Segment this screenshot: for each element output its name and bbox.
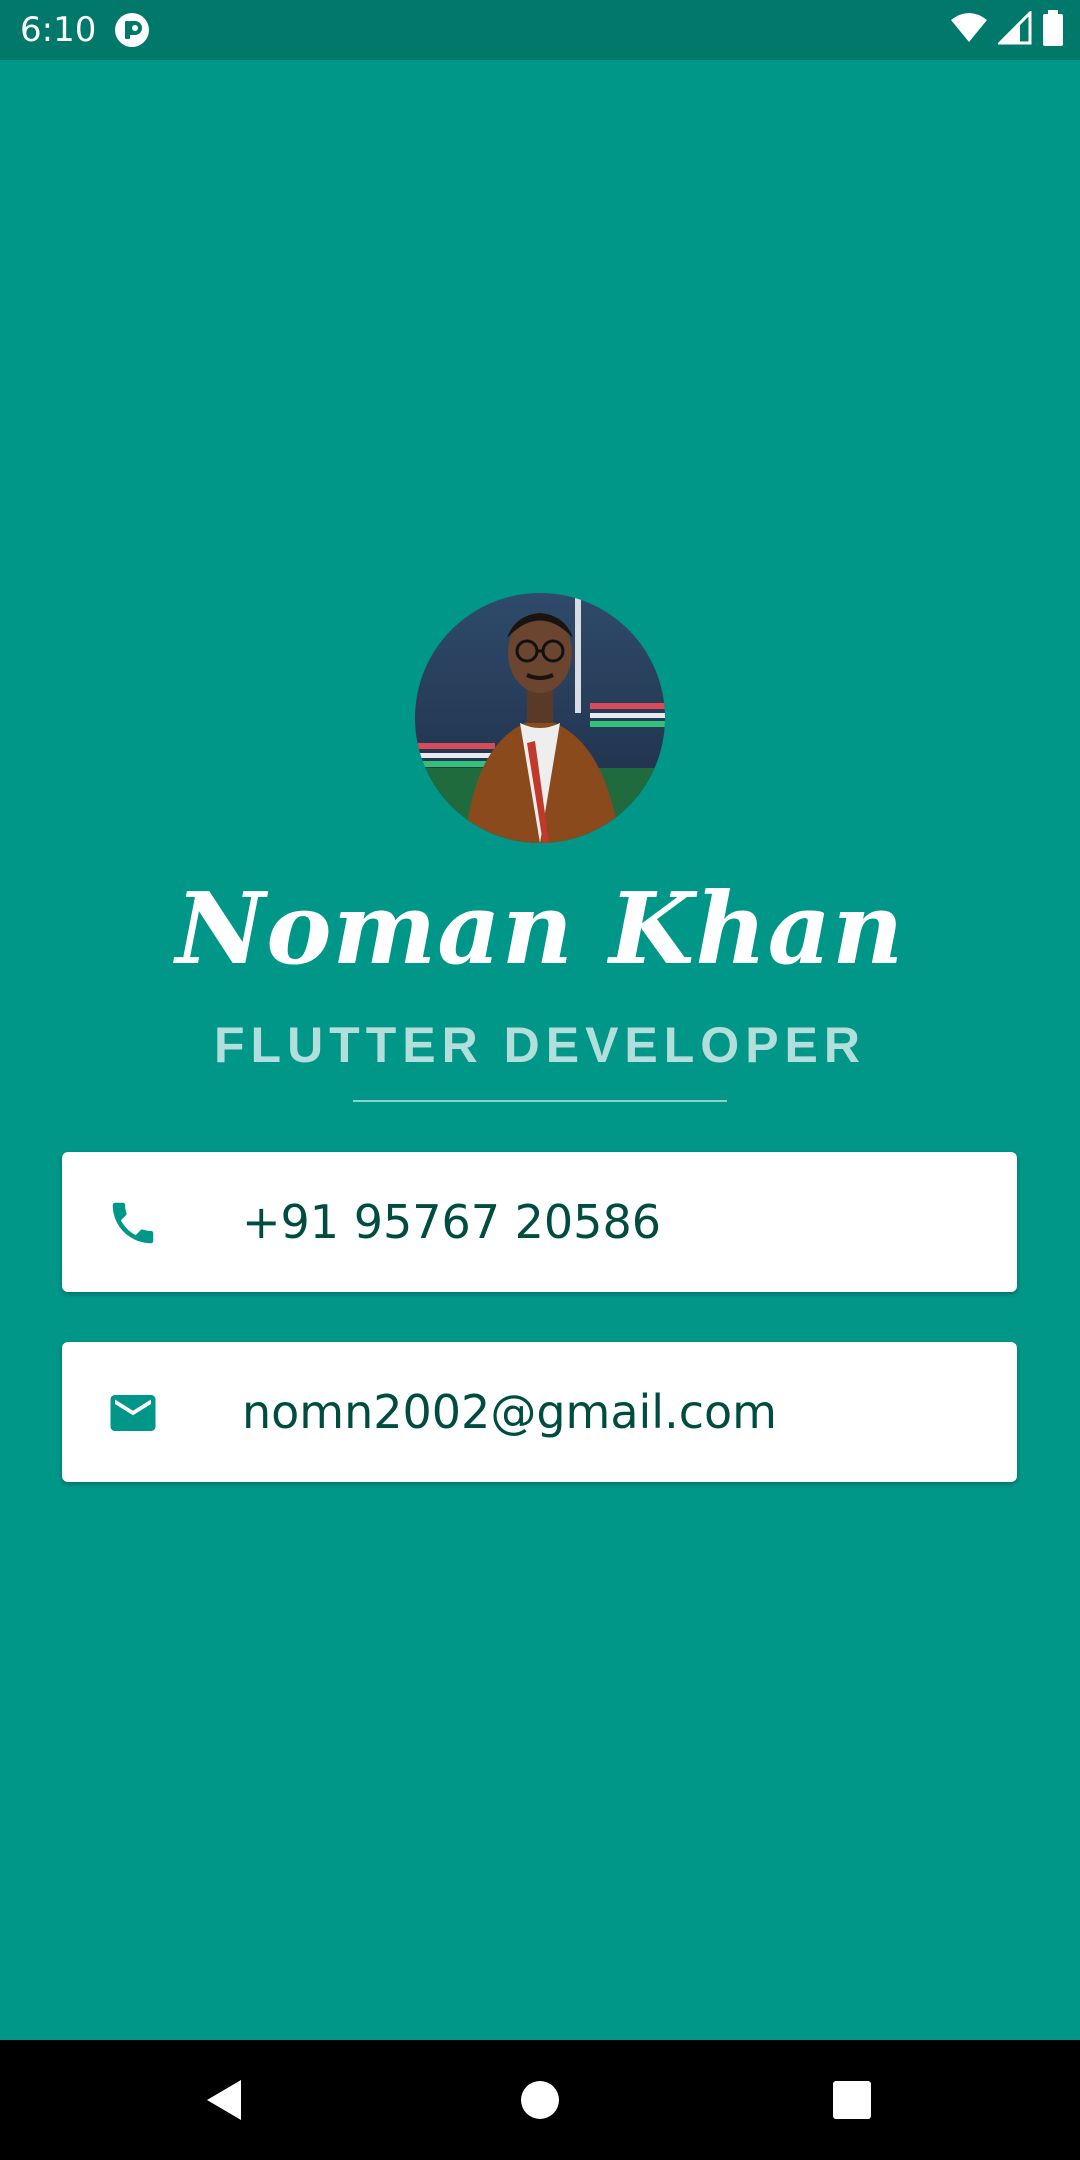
profile-avatar bbox=[415, 593, 665, 843]
profile-role: FLUTTER DEVELOPER bbox=[213, 1017, 867, 1073]
email-card[interactable]: nomn2002@gmail.com bbox=[62, 1342, 1017, 1482]
phone-number: +91 95767 20586 bbox=[242, 1195, 661, 1249]
navigation-bar bbox=[0, 2040, 1080, 2160]
wifi-icon bbox=[950, 12, 988, 49]
divider bbox=[353, 1100, 727, 1102]
status-time: 6:10 bbox=[20, 10, 97, 50]
app-notification-icon bbox=[114, 12, 150, 48]
profile-name: Noman Khan bbox=[175, 872, 905, 987]
cell-signal-icon bbox=[996, 8, 1032, 50]
recents-icon[interactable] bbox=[822, 2070, 882, 2130]
phone-card[interactable]: +91 95767 20586 bbox=[62, 1152, 1017, 1292]
home-icon[interactable] bbox=[510, 2070, 570, 2130]
app-screen: 6:10 Noman Khan FLUTTER DEVELOPER +91 95… bbox=[0, 0, 1080, 2160]
status-bar: 6:10 bbox=[0, 0, 1080, 60]
email-address: nomn2002@gmail.com bbox=[242, 1385, 777, 1439]
battery-icon bbox=[1042, 9, 1064, 51]
phone-icon bbox=[106, 1196, 160, 1250]
status-icons bbox=[950, 8, 1064, 51]
mail-icon bbox=[106, 1386, 160, 1440]
back-icon[interactable] bbox=[195, 2070, 255, 2130]
